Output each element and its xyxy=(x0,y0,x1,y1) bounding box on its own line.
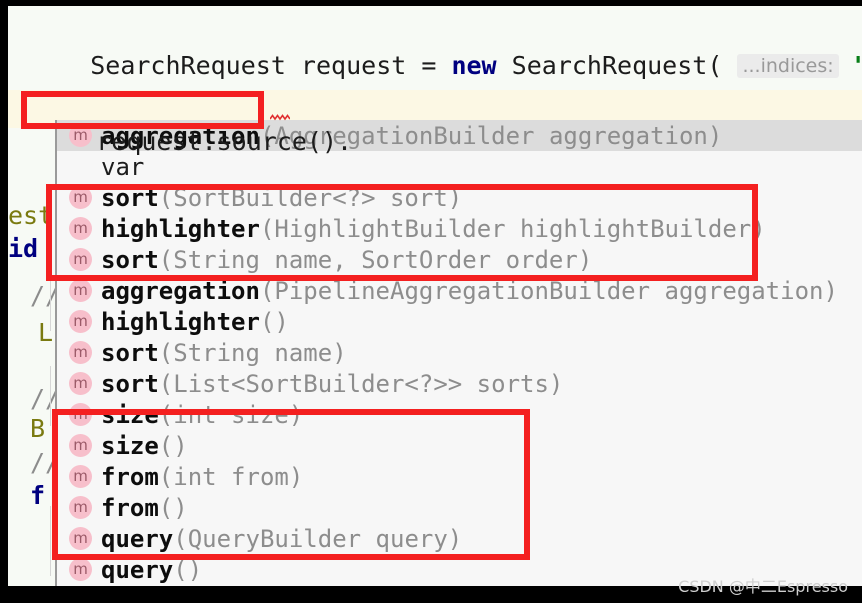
completion-item[interactable]: m from() xyxy=(57,492,862,523)
completion-item[interactable]: m from (int from) xyxy=(57,461,862,492)
completion-item-name: size xyxy=(101,431,159,460)
completion-item-name: sort xyxy=(101,245,159,274)
code-line-caret[interactable]: request.source(). xyxy=(36,98,352,185)
indent-guide xyxy=(50,506,51,576)
error-squiggle-icon xyxy=(270,114,290,121)
method-icon: m xyxy=(69,496,92,519)
parameter-hint-indices: ...indices: xyxy=(737,54,839,78)
completion-item-name: query xyxy=(101,524,174,553)
completion-item-name: sort xyxy=(101,338,159,367)
method-icon: m xyxy=(69,248,92,271)
watermark-text: CSDN @中二Espresso xyxy=(678,577,848,596)
method-icon: m xyxy=(69,527,92,550)
method-icon: m xyxy=(69,341,92,364)
background-code-fragment: est xyxy=(8,201,54,230)
method-icon: m xyxy=(69,558,92,581)
method-icon: m xyxy=(69,217,92,240)
completion-item-name: sort xyxy=(101,369,159,398)
completion-item[interactable]: m highlighter (HighlightBuilder highlightB… xyxy=(57,213,862,244)
completion-item-name: from xyxy=(101,493,159,522)
code-token-text: SearchRequest request = xyxy=(90,51,452,80)
background-code-fragment: id xyxy=(8,234,39,263)
code-token-caret-expression: request.source(). xyxy=(96,127,353,156)
code-line-declaration[interactable]: SearchRequest request = new SearchReques… xyxy=(30,22,862,109)
indent-guide xyxy=(50,366,51,426)
completion-item-name: highlighter xyxy=(101,307,260,336)
background-code-fragment: B xyxy=(30,414,46,443)
code-editor[interactable]: est id//L//B//f SearchRequest request = n… xyxy=(8,6,862,586)
method-icon: m xyxy=(69,186,92,209)
completion-item[interactable]: m aggregation (PipelineAggregationBuilder … xyxy=(57,275,862,306)
completion-item[interactable]: m query (QueryBuilder query) xyxy=(57,523,862,554)
completion-item[interactable]: m highlighter() xyxy=(57,306,862,337)
method-icon: m xyxy=(69,372,92,395)
code-token-constructor: SearchRequest( xyxy=(496,51,723,80)
completion-item-name: query xyxy=(101,555,174,584)
method-icon: m xyxy=(69,279,92,302)
indent-guide xyxy=(50,261,51,331)
completion-item-name: from xyxy=(101,462,159,491)
background-code-fragment: f xyxy=(30,481,46,510)
completion-item-signature: (int from) xyxy=(158,462,304,491)
completion-item[interactable]: m size() xyxy=(57,430,862,461)
completion-item-signature: (int size) xyxy=(158,400,304,429)
completion-item-signature: (PipelineAggregationBuilder aggregation) xyxy=(259,276,838,305)
completion-item-name: aggregation xyxy=(101,276,260,305)
completion-item-signature: () xyxy=(173,555,203,584)
code-token-string-literal: "" xyxy=(854,51,862,80)
completion-item[interactable]: m size (int size) xyxy=(57,399,862,430)
completion-item-name: sort xyxy=(101,183,159,212)
completion-item[interactable]: m sort (List<SortBuilder<?>> sorts) xyxy=(57,368,862,399)
completion-item-signature: (String name) xyxy=(158,338,347,367)
completion-item-signature: () xyxy=(259,307,289,336)
code-completion-popup[interactable]: m aggregation (AggregationBuilder aggregat… xyxy=(55,120,862,586)
completion-item[interactable]: m sort (SortBuilder<?> sort) xyxy=(57,182,862,213)
completion-item[interactable]: m sort (String name, SortOrder order) xyxy=(57,244,862,275)
completion-item-signature: () xyxy=(158,431,188,460)
completion-item-name: highlighter xyxy=(101,214,260,243)
completion-item-signature: (String name, SortOrder order) xyxy=(158,245,593,274)
code-token-keyword-new: new xyxy=(451,51,497,80)
method-icon: m xyxy=(69,465,92,488)
completion-item-signature: (List<SortBuilder<?>> sorts) xyxy=(158,369,564,398)
completion-item-signature: (SortBuilder<?> sort) xyxy=(158,183,463,212)
completion-item-signature: (QueryBuilder query) xyxy=(173,524,463,553)
completion-item-name: size xyxy=(101,400,159,429)
method-icon: m xyxy=(69,403,92,426)
method-icon: m xyxy=(69,434,92,457)
method-icon: m xyxy=(69,310,92,333)
completion-item-signature: (HighlightBuilder highlightBuilder) xyxy=(259,214,766,243)
completion-item-signature: () xyxy=(158,493,188,522)
completion-item[interactable]: m sort (String name) xyxy=(57,337,862,368)
